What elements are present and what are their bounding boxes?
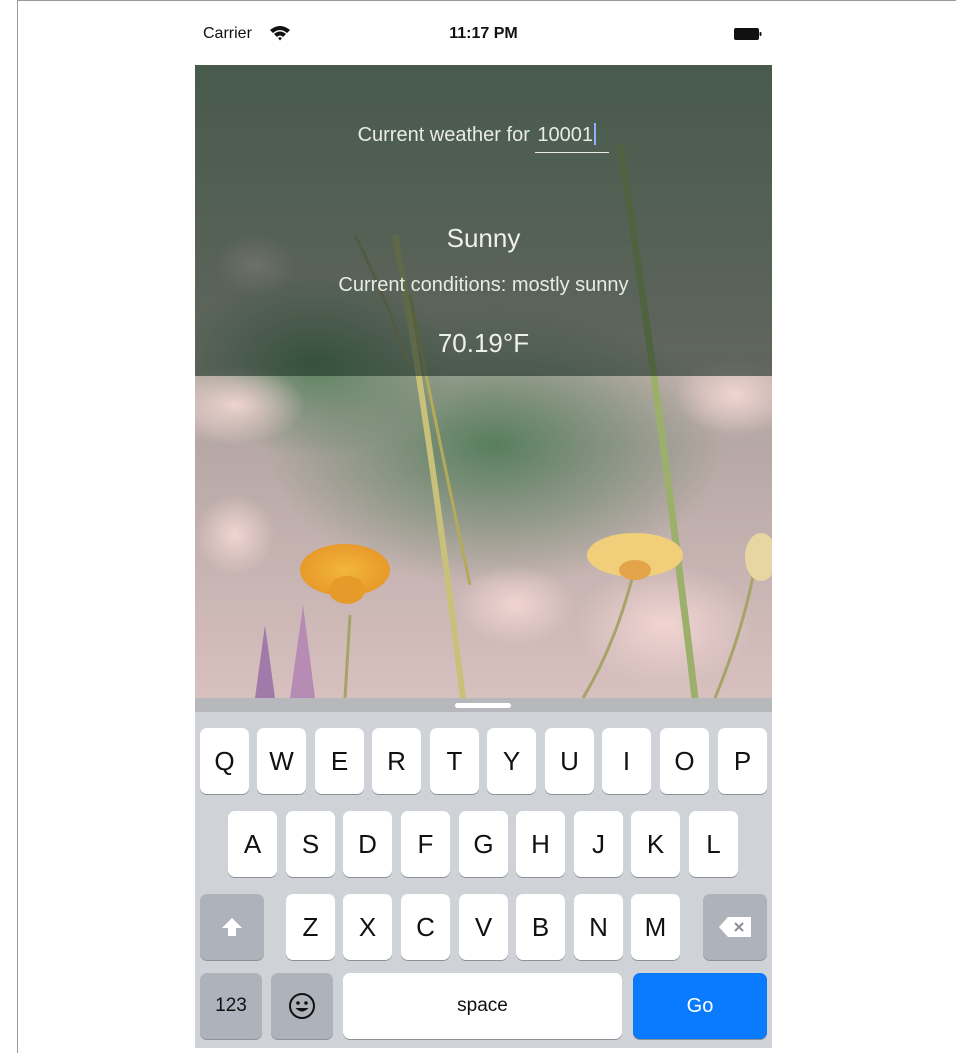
key-k[interactable]: K <box>631 811 680 877</box>
key-g[interactable]: G <box>459 811 508 877</box>
location-prompt-label: Current weather for <box>357 124 536 146</box>
go-button[interactable]: Go <box>633 973 767 1039</box>
key-a[interactable]: A <box>228 811 277 877</box>
key-m[interactable]: M <box>631 894 680 960</box>
key-d[interactable]: D <box>343 811 392 877</box>
frame-border-top <box>17 0 956 1</box>
key-y[interactable]: Y <box>487 728 536 794</box>
temperature: 70.19°F <box>437 328 530 358</box>
key-r[interactable]: R <box>372 728 421 794</box>
key-w[interactable]: W <box>257 728 306 794</box>
key-v[interactable]: V <box>459 894 508 960</box>
clock: 11:17 PM <box>449 25 518 42</box>
numbers-key[interactable]: 123 <box>200 973 262 1039</box>
key-e[interactable]: E <box>315 728 364 794</box>
key-s[interactable]: S <box>286 811 335 877</box>
key-u[interactable]: U <box>545 728 594 794</box>
keyboard-grabber[interactable] <box>455 703 511 708</box>
text-cursor <box>594 123 597 145</box>
key-j[interactable]: J <box>574 811 623 877</box>
emoji-smiley-icon <box>289 993 315 1019</box>
key-b[interactable]: B <box>516 894 565 960</box>
key-c[interactable]: C <box>401 894 450 960</box>
key-h[interactable]: H <box>516 811 565 877</box>
key-o[interactable]: O <box>660 728 709 794</box>
keyboard-top-strip <box>195 698 772 712</box>
location-prompt: Current weather for 10001 <box>195 123 772 153</box>
key-l[interactable]: L <box>689 811 738 877</box>
meadow-photo <box>195 65 772 698</box>
delete-key[interactable] <box>703 894 767 960</box>
key-z[interactable]: Z <box>286 894 335 960</box>
key-p[interactable]: P <box>718 728 767 794</box>
key-t[interactable]: T <box>430 728 479 794</box>
shift-arrow-icon <box>222 918 242 936</box>
backspace-icon <box>719 917 751 937</box>
space-key[interactable]: space <box>343 973 622 1039</box>
zip-code-input[interactable]: 10001 <box>535 123 610 153</box>
key-q[interactable]: Q <box>200 728 249 794</box>
key-n[interactable]: N <box>574 894 623 960</box>
shift-key[interactable] <box>200 894 264 960</box>
frame-border-left <box>17 0 18 1053</box>
weather-conditions: Current conditions: mostly sunny <box>338 274 629 296</box>
weather-summary: Sunny <box>446 223 521 253</box>
zip-code-value: 10001 <box>537 124 594 146</box>
key-x[interactable]: X <box>343 894 392 960</box>
key-f[interactable]: F <box>401 811 450 877</box>
status-bar: Carrier 11:17 PM <box>195 18 772 54</box>
battery-icon <box>734 28 762 40</box>
emoji-key[interactable] <box>271 973 333 1039</box>
background-photo: Current weather for 10001 Sunny Current … <box>195 65 772 698</box>
key-i[interactable]: I <box>602 728 651 794</box>
onscreen-keyboard: Q W E R T Y U I O P A S D F G H J K L Z … <box>195 698 772 1048</box>
